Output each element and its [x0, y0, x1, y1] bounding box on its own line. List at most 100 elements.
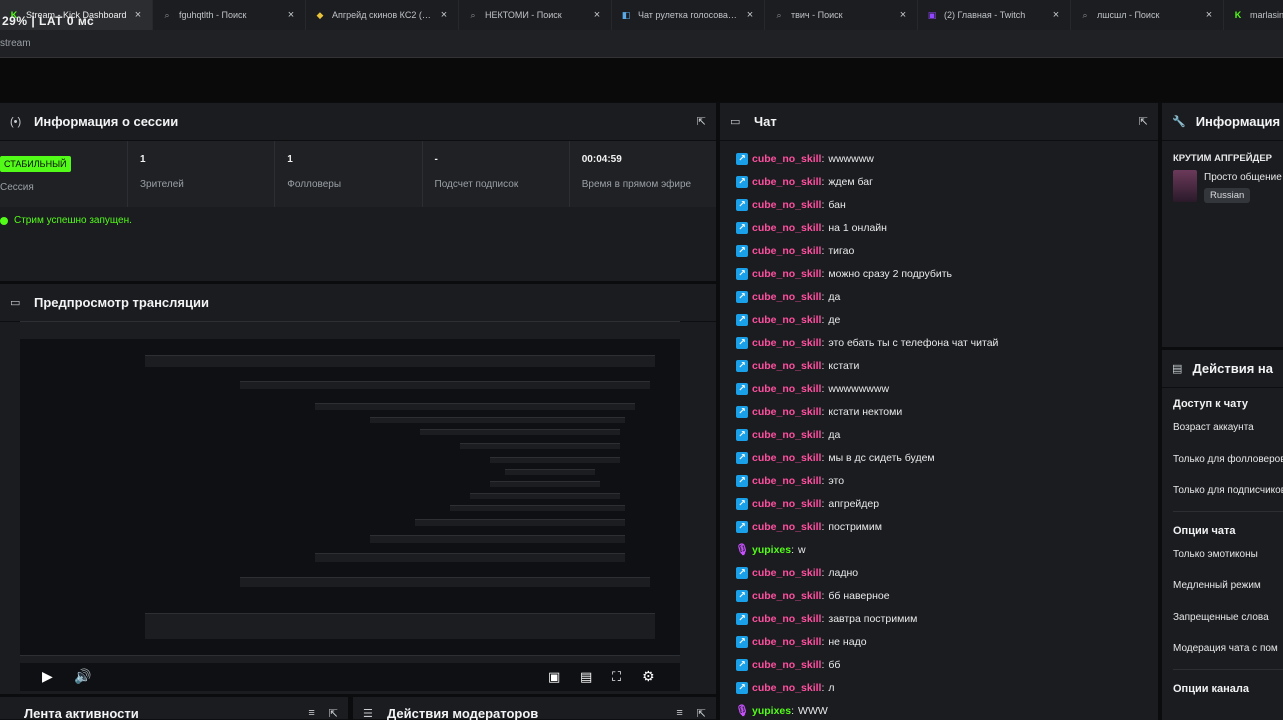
chat-username[interactable]: cube_no_skill: [752, 613, 821, 625]
browser-tab[interactable]: ⌕ твич - Поиск ×: [765, 0, 918, 30]
kick-badge-icon: ↗: [736, 267, 748, 280]
stream-info-panel: 🔧 Информация КРУТИМ АПГРЕЙДЕР Просто общ…: [1162, 103, 1283, 347]
chat-message: ↗ cube_no_skill: апгрейдер: [736, 492, 1158, 515]
preview-frame-layer: [240, 577, 650, 587]
stream-preview-video[interactable]: ▶ 🔊 ▣ ▤ ⛶ ⚙: [20, 321, 680, 691]
chat-username[interactable]: cube_no_skill: [752, 383, 821, 395]
chat-username[interactable]: cube_no_skill: [752, 314, 821, 326]
broadcast-icon: (•): [10, 115, 22, 128]
chat-text: это ебать ты с телефона чат читай: [828, 336, 999, 349]
chat-username[interactable]: cube_no_skill: [752, 567, 821, 579]
kick-icon: K: [1234, 10, 1242, 20]
browser-tab[interactable]: ◧ Чат рулетка голосовая — N ×: [612, 0, 765, 30]
tab-label: Апгрейд скинов КС2 (КС ГО): [332, 10, 434, 20]
microphone-badge-icon: 🎙: [735, 544, 749, 556]
stream-status-row: Стрим успешно запущен.: [0, 207, 716, 234]
fullscreen-icon[interactable]: ⛶: [612, 669, 621, 685]
session-label: Сессия: [0, 182, 34, 193]
close-icon[interactable]: ×: [438, 9, 450, 21]
chat-username[interactable]: cube_no_skill: [752, 475, 821, 487]
chat-username[interactable]: cube_no_skill: [752, 222, 821, 234]
address-text[interactable]: stream: [0, 38, 31, 49]
browser-tab-strip: K Stream - Kick Dashboard × ⌕ fguhqtlth - По…: [0, 0, 1283, 30]
chat-username[interactable]: cube_no_skill: [752, 360, 821, 372]
wrench-icon: 🔧: [1172, 116, 1186, 128]
category-thumbnail: [1173, 170, 1197, 202]
chat-text: бб: [828, 658, 841, 671]
volume-icon[interactable]: 🔊: [74, 668, 91, 685]
chat-username[interactable]: cube_no_skill: [752, 429, 821, 441]
mod-option[interactable]: Запрещенные слова: [1173, 612, 1283, 644]
chat-text: w: [798, 543, 806, 556]
mod-option[interactable]: Медленный режим: [1173, 580, 1283, 612]
chat-username[interactable]: cube_no_skill: [752, 291, 821, 303]
chat-username[interactable]: cube_no_skill: [752, 337, 821, 349]
chat-separator: :: [821, 497, 825, 510]
browser-tab[interactable]: Kmarlasingersoap×: [1224, 0, 1283, 30]
chat-username[interactable]: yupixes: [752, 544, 791, 556]
chat-username[interactable]: cube_no_skill: [752, 176, 821, 188]
chat-username[interactable]: cube_no_skill: [752, 406, 821, 418]
chat-separator: :: [821, 589, 825, 602]
play-icon[interactable]: ▶: [42, 668, 53, 685]
browser-tab[interactable]: ◆ Апгрейд скинов КС2 (КС ГО) ×: [306, 0, 459, 30]
chat-username[interactable]: cube_no_skill: [752, 636, 821, 648]
browser-tab[interactable]: ⌕ лшсшл - Поиск ×: [1071, 0, 1224, 30]
close-icon[interactable]: ×: [1203, 9, 1215, 21]
chat-username[interactable]: cube_no_skill: [752, 268, 821, 280]
mod-option[interactable]: Только для подписчиков: [1173, 485, 1283, 517]
preview-frame-layer: [145, 355, 655, 367]
browser-tab[interactable]: ⌕ НЕКТОМИ - Поиск ×: [459, 0, 612, 30]
close-icon[interactable]: ×: [285, 9, 297, 21]
address-bar[interactable]: stream: [0, 30, 1283, 58]
preview-frame-layer: [505, 469, 595, 475]
popout-icon[interactable]: ⇱: [1139, 115, 1148, 128]
chat-username[interactable]: cube_no_skill: [752, 590, 821, 602]
pip-icon[interactable]: ▣: [548, 669, 560, 685]
close-icon[interactable]: ×: [744, 9, 756, 21]
browser-tab[interactable]: ▣ (2) Главная - Twitch ×: [918, 0, 1071, 30]
chat-separator: :: [821, 428, 825, 441]
moderator-actions-title: Действия модераторов: [387, 705, 539, 720]
preview-frame-layer: [490, 481, 600, 487]
chat-separator: :: [821, 681, 825, 694]
theater-icon[interactable]: ▤: [580, 669, 592, 685]
chat-message: ↗ cube_no_skill: завтра постримим: [736, 607, 1158, 630]
popout-icon[interactable]: ⇱: [329, 707, 338, 720]
stable-badge: СТАБИЛЬНЫЙ: [0, 156, 71, 172]
chat-username[interactable]: cube_no_skill: [752, 521, 821, 533]
browser-tab[interactable]: ⌕ fguhqtlth - Поиск ×: [153, 0, 306, 30]
kick-badge-icon: ↗: [736, 428, 748, 441]
chat-text: мы в дс сидеть будем: [828, 451, 935, 464]
tab-label: твич - Поиск: [791, 10, 843, 20]
mod-option[interactable]: Только для фолловеров: [1173, 454, 1283, 486]
chat-username[interactable]: cube_no_skill: [752, 245, 821, 257]
filter-icon[interactable]: ≡: [308, 707, 314, 720]
chat-username[interactable]: cube_no_skill: [752, 498, 821, 510]
popout-icon[interactable]: ⇱: [697, 707, 706, 720]
chat-separator: :: [821, 175, 825, 188]
mod-option[interactable]: Модерация чата с пом: [1173, 643, 1283, 675]
mod-option[interactable]: Возраст аккаунта: [1173, 422, 1283, 454]
chat-username[interactable]: cube_no_skill: [752, 682, 821, 694]
chat-separator: :: [821, 198, 825, 211]
mod-option[interactable]: Только эмотиконы: [1173, 549, 1283, 581]
chat-username[interactable]: yupixes: [752, 705, 791, 717]
settings-gear-icon[interactable]: ⚙: [642, 668, 655, 685]
chat-username[interactable]: cube_no_skill: [752, 153, 821, 165]
chat-username[interactable]: cube_no_skill: [752, 452, 821, 464]
tab-label: fguhqtlth - Поиск: [179, 10, 247, 20]
close-icon[interactable]: ×: [1050, 9, 1062, 21]
filter-icon[interactable]: ≡: [676, 707, 682, 720]
close-icon[interactable]: ×: [897, 9, 909, 21]
close-icon[interactable]: ×: [132, 9, 144, 21]
popout-icon[interactable]: ⇱: [697, 115, 706, 128]
chat-text: бб наверное: [828, 589, 890, 602]
close-icon[interactable]: ×: [591, 9, 603, 21]
tab-label: (2) Главная - Twitch: [944, 10, 1026, 20]
kick-badge-icon: ↗: [736, 336, 748, 349]
preview-frame-layer: [370, 535, 625, 543]
preview-frame-layer: [470, 493, 620, 499]
chat-username[interactable]: cube_no_skill: [752, 659, 821, 671]
chat-username[interactable]: cube_no_skill: [752, 199, 821, 211]
